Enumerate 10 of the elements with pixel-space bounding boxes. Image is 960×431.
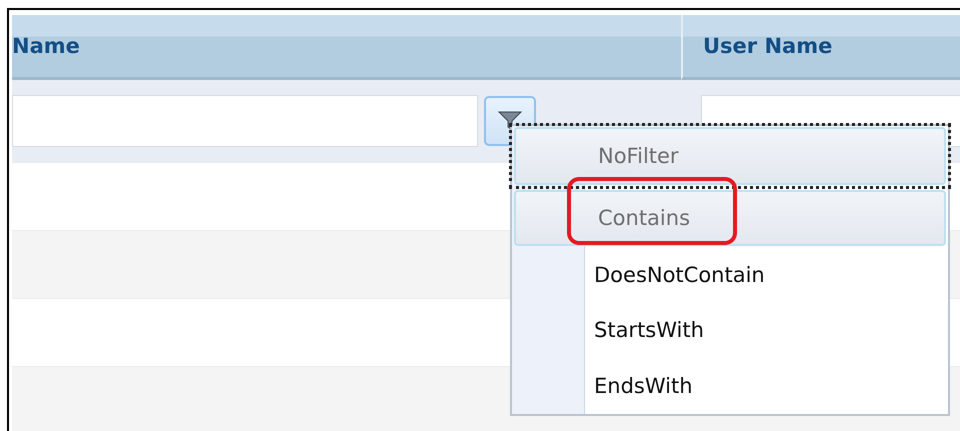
column-header-text: Name	[12, 34, 80, 58]
column-header[interactable]: Name	[12, 15, 681, 80]
column-header[interactable]: User Name	[681, 15, 960, 80]
menu-item[interactable]: StartsWith	[512, 302, 948, 358]
menu-item[interactable]: Contains	[514, 190, 946, 246]
column-header-text: User Name	[703, 34, 832, 58]
filter-input-field[interactable]	[12, 95, 478, 147]
menu-item[interactable]: EndsWith	[512, 358, 948, 414]
menu-item[interactable]: DoesNotContain	[512, 246, 948, 303]
menu-item[interactable]: NoFilter	[514, 127, 946, 185]
